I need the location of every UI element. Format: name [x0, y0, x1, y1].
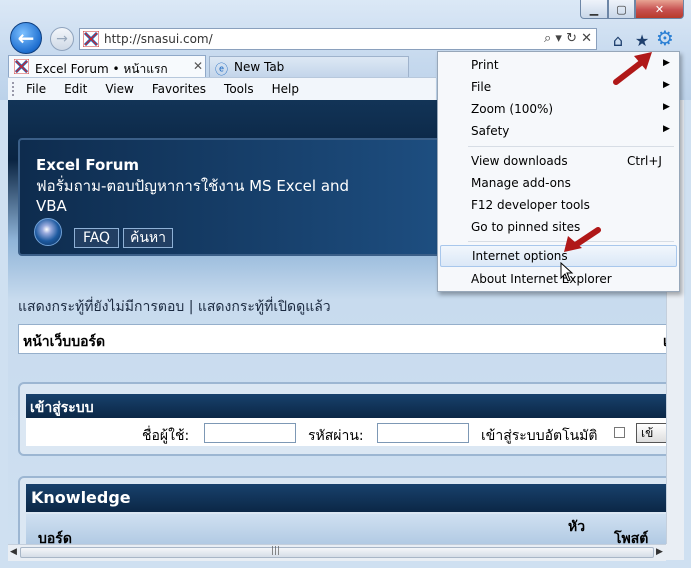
column-posts: โพสต์ — [614, 531, 649, 544]
board-index-link[interactable]: หน้าเว็บบอร์ด — [23, 331, 105, 353]
knowledge-column-headers: บอร์ด หัว โพสต์ — [26, 514, 666, 544]
faq-button[interactable]: FAQ — [74, 228, 119, 248]
address-url[interactable]: http://snasui.com/ — [104, 32, 213, 46]
back-button[interactable]: ← — [10, 22, 42, 54]
menu-item-view-downloads[interactable]: View downloads Ctrl+J — [438, 150, 679, 172]
quick-links[interactable]: แสดงกระทู้ที่ยังไม่มีการตอบ | แสดงกระทู้… — [18, 296, 331, 318]
menu-help[interactable]: Help — [263, 82, 308, 96]
menu-item-f12-tools[interactable]: F12 developer tools — [438, 194, 679, 216]
home-icon[interactable]: ⌂ — [608, 30, 628, 50]
address-bar[interactable]: http://snasui.com/ ⌕ ▾ ↻ ✕ — [79, 28, 597, 50]
tab-new-tab[interactable]: ⓔ New Tab — [209, 56, 409, 78]
submenu-arrow-icon: ▶ — [663, 58, 670, 68]
scroll-right-icon[interactable]: ▶ — [656, 547, 663, 557]
menu-favorites[interactable]: Favorites — [143, 82, 215, 96]
column-topics: หัว — [568, 519, 586, 535]
horizontal-scrollbar[interactable]: ◀ ||| ▶ — [8, 544, 666, 561]
menu-tools[interactable]: Tools — [215, 82, 263, 96]
tools-gear-icon[interactable]: ⚙ — [655, 26, 675, 50]
login-title: เข้าสู่ระบบ — [30, 400, 94, 416]
forward-arrow-icon: → — [56, 31, 68, 47]
menu-view[interactable]: View — [96, 82, 142, 96]
menu-item-safety[interactable]: Safety ▶ — [438, 120, 679, 142]
password-label: รหัสผ่าน: — [308, 428, 364, 444]
forum-title[interactable]: Excel Forum — [36, 156, 139, 174]
tab-label: New Tab — [234, 60, 285, 74]
menu-item-zoom[interactable]: Zoom (100%) ▶ — [438, 98, 679, 120]
submenu-arrow-icon: ▶ — [663, 80, 670, 90]
scroll-grip-icon: ||| — [271, 546, 281, 556]
submenu-arrow-icon: ▶ — [663, 102, 670, 112]
login-header: เข้าสู่ระบบ — [26, 394, 666, 418]
window-controls: ▁ ▢ ✕ — [580, 0, 685, 20]
auto-login-label: เข้าสู่ระบบอัตโนมัติ — [481, 428, 598, 444]
username-input[interactable] — [204, 423, 296, 443]
column-board: บอร์ด — [38, 531, 72, 544]
forum-description: ฟอรั่มถาม-ตอบปัญหาการใช้งาน MS Excel and… — [36, 177, 350, 215]
menu-item-internet-options[interactable]: Internet options — [440, 245, 677, 267]
scroll-left-icon[interactable]: ◀ — [10, 547, 17, 557]
ie-logo-icon: ⓔ — [215, 63, 229, 78]
favorites-star-icon[interactable]: ★ — [632, 30, 652, 50]
annotation-arrow-icon — [613, 52, 652, 85]
mouse-cursor-icon — [560, 262, 574, 282]
auto-login-checkbox[interactable] — [614, 427, 625, 438]
login-panel: เข้าสู่ระบบ ชื่อผู้ใช้: รหัสผ่าน: เข้าสู… — [18, 382, 666, 456]
maximize-button[interactable]: ▢ — [608, 0, 635, 19]
forward-button[interactable]: → — [50, 27, 74, 51]
username-label: ชื่อผู้ใช้: — [142, 428, 190, 444]
search-button[interactable]: ค้นหา — [123, 228, 173, 248]
site-favicon-icon — [83, 31, 99, 47]
menu-item-manage-addons[interactable]: Manage add-ons — [438, 172, 679, 194]
menu-edit[interactable]: Edit — [55, 82, 96, 96]
address-tools[interactable]: ⌕ ▾ ↻ ✕ — [544, 31, 592, 46]
close-window-button[interactable]: ✕ — [635, 0, 684, 19]
knowledge-title[interactable]: Knowledge — [31, 488, 131, 507]
site-favicon-icon — [14, 59, 29, 74]
close-tab-icon[interactable]: ✕ — [193, 59, 203, 73]
windows-orb-icon — [34, 218, 62, 246]
knowledge-panel: Knowledge บอร์ด หัว โพสต์ — [18, 476, 666, 544]
annotation-arrow-icon — [564, 227, 601, 252]
knowledge-header: Knowledge — [26, 484, 666, 512]
login-button[interactable]: เข้ — [636, 423, 666, 443]
menu-separator — [468, 146, 674, 147]
shortcut-label: Ctrl+J — [627, 154, 662, 168]
submenu-arrow-icon: ▶ — [663, 124, 670, 134]
tab-excel-forum[interactable]: Excel Forum • หน้าแรก ✕ — [8, 55, 206, 77]
menu-bar: File Edit View Favorites Tools Help — [8, 77, 436, 100]
menu-item-pinned-sites[interactable]: Go to pinned sites — [438, 216, 679, 238]
tools-menu: Print ▶ File ▶ Zoom (100%) ▶ Safety ▶ Vi… — [437, 51, 680, 292]
menu-item-about-ie[interactable]: About Internet Explorer — [438, 268, 679, 290]
menu-file[interactable]: File — [17, 82, 55, 96]
resize-corner — [666, 544, 684, 560]
login-form-row: ชื่อผู้ใช้: รหัสผ่าน: เข้าสู่ระบบอัตโนมั… — [26, 418, 666, 446]
back-arrow-icon: ← — [17, 26, 35, 50]
minimize-button[interactable]: ▁ — [580, 0, 608, 19]
horizontal-scroll-thumb[interactable]: ||| — [20, 546, 654, 558]
board-index-bar: หน้าเว็บบอร์ด เ — [18, 324, 666, 354]
password-input[interactable] — [377, 423, 469, 443]
